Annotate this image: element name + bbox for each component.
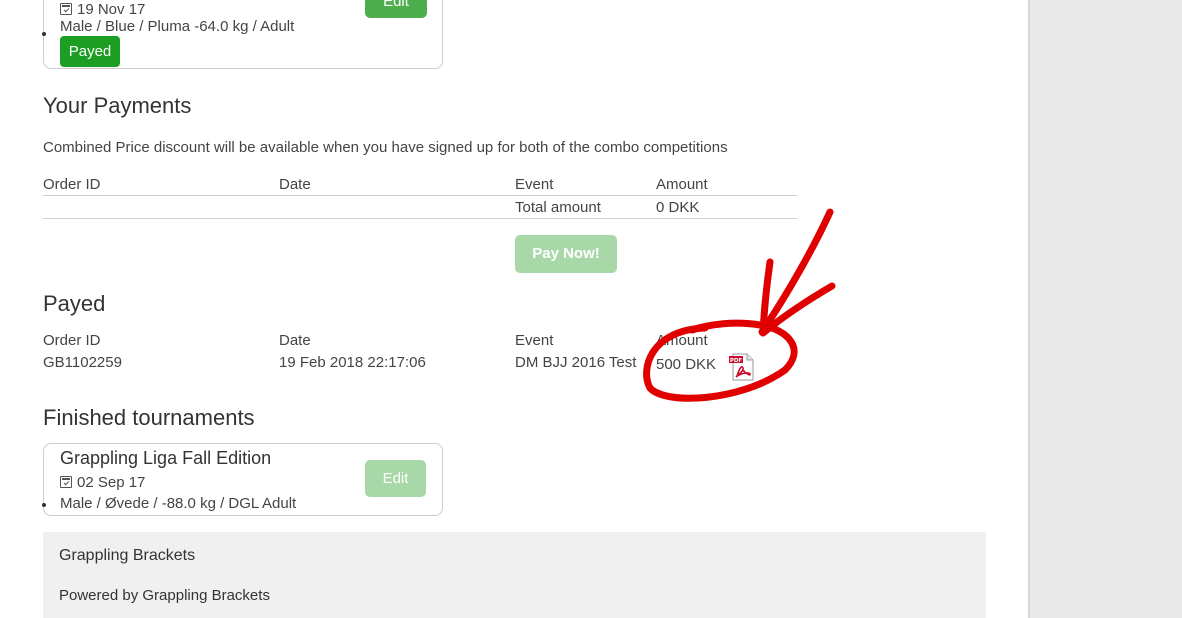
col-order-id: Order ID (43, 176, 101, 193)
svg-text:PDF: PDF (730, 358, 743, 364)
pdf-icon[interactable]: PDF (727, 352, 757, 382)
registration-card: 19 Nov 17 Male / Blue / Pluma -64.0 kg /… (42, 0, 443, 69)
payed-date: 19 Feb 2018 22:17:06 (279, 354, 426, 371)
card-details: Male / Blue / Pluma -64.0 kg / Adult (60, 18, 295, 35)
payed-order-id: GB1102259 (43, 354, 122, 371)
finished-tournament-card: Grappling Liga Fall Edition 02 Sep 17 Ma… (42, 443, 443, 516)
total-amount-label: Total amount (515, 199, 601, 216)
payed-col-amount: Amount (656, 332, 708, 349)
tournament-details: Male / Øvede / -88.0 kg / DGL Adult (60, 495, 297, 512)
calendar-check-icon (60, 3, 72, 15)
table-footer-divider (43, 218, 797, 219)
payed-col-date: Date (279, 332, 311, 349)
combo-discount-note: Combined Price discount will be availabl… (43, 139, 728, 156)
your-payments-heading: Your Payments (43, 93, 192, 118)
footer-brand: Grappling Brackets (59, 547, 196, 564)
bullet-icon (42, 32, 46, 36)
col-date: Date (279, 176, 311, 193)
payed-heading: Payed (43, 291, 106, 316)
edit-button[interactable]: Edit (365, 0, 427, 18)
payed-badge: Payed (60, 36, 120, 67)
footer: Grappling Brackets Powered by Grappling … (43, 532, 986, 618)
tournament-date-line: 02 Sep 17 (60, 474, 145, 491)
annotation-arrow-head (759, 258, 836, 337)
card-date-line: 19 Nov 17 (60, 1, 145, 18)
footer-powered-by: Powered by Grappling Brackets (59, 587, 270, 604)
payed-col-event: Event (515, 332, 554, 349)
calendar-check-icon (60, 476, 72, 488)
tournament-date: 02 Sep 17 (77, 474, 146, 491)
payed-col-order-id: Order ID (43, 332, 101, 349)
tournament-title: Grappling Liga Fall Edition (60, 448, 272, 468)
col-amount: Amount (656, 176, 708, 193)
table-header-divider (43, 195, 797, 196)
total-amount-value: 0 DKK (656, 199, 700, 216)
edit-button[interactable]: Edit (365, 460, 426, 497)
right-gutter (1028, 0, 1182, 618)
annotation-arrow-shaft (758, 208, 834, 336)
finished-tournaments-heading: Finished tournaments (43, 405, 255, 430)
payed-amount: 500 DKK (656, 356, 717, 373)
card-date: 19 Nov 17 (77, 1, 146, 18)
payed-event: DM BJJ 2016 Test (515, 354, 637, 371)
pay-now-button[interactable]: Pay Now! (515, 235, 617, 273)
bullet-icon (42, 503, 46, 507)
col-event: Event (515, 176, 554, 193)
